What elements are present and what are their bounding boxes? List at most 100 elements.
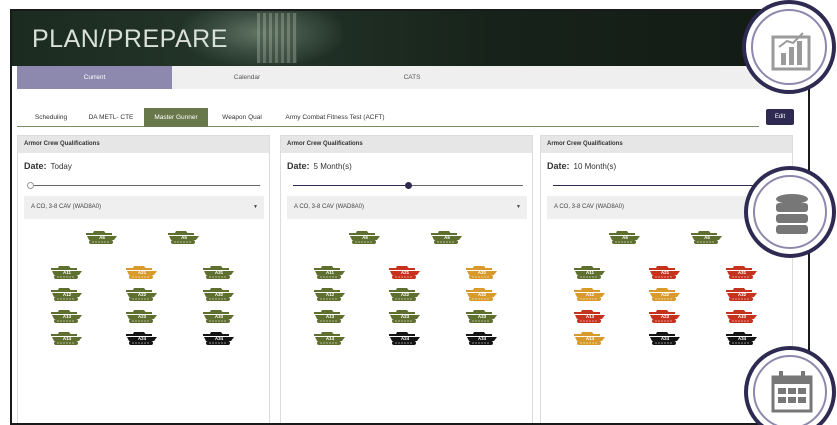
tank-icon[interactable]: A23 <box>647 308 683 325</box>
date-row: Date: 10 Month(s) <box>547 161 616 171</box>
tank-label: A34 <box>215 336 224 341</box>
chevron-down-icon: ▼ <box>253 204 258 210</box>
tank-label: A21 <box>401 270 410 275</box>
tab-calendar[interactable]: Calendar <box>217 66 277 89</box>
tank-icon[interactable]: A22 <box>387 286 423 303</box>
tank-label: A24 <box>661 336 670 341</box>
date-value: 10 Month(s) <box>573 162 617 171</box>
tank-icon[interactable]: A22 <box>124 286 160 303</box>
date-label: Date: <box>287 161 310 171</box>
chart-icon <box>742 0 836 94</box>
tank-icon[interactable]: A22 <box>647 286 683 303</box>
date-label: Date: <box>24 161 47 171</box>
tank-icon[interactable]: A14 <box>49 330 85 347</box>
tank-icon[interactable]: A33 <box>724 308 760 325</box>
tank-icon[interactable]: A12 <box>312 286 348 303</box>
tank-label: A21 <box>661 270 670 275</box>
tank-icon[interactable]: A31 <box>201 264 237 281</box>
panel-header: Armor Crew Qualifications <box>18 136 269 153</box>
date-label: Date: <box>547 161 570 171</box>
tank-icon[interactable]: A31 <box>464 264 500 281</box>
unit-select-value: A CO, 3-8 CAV (WAD8A0) <box>294 204 365 210</box>
tank-label: A23 <box>401 314 410 319</box>
tank-icon[interactable]: A12 <box>49 286 85 303</box>
subtab-scheduling[interactable]: Scheduling <box>25 108 77 127</box>
tank-icon[interactable]: A31 <box>724 264 760 281</box>
slider-handle[interactable] <box>404 182 412 189</box>
tank-label: A13 <box>63 314 72 319</box>
tank-label: A12 <box>586 292 595 297</box>
tank-icon[interactable]: A21 <box>124 264 160 281</box>
slider-fill <box>553 185 783 186</box>
top-nav: Current Calendar CATS <box>17 66 777 89</box>
tank-icon[interactable]: A23 <box>124 308 160 325</box>
date-row: Date: 5 Month(s) <box>287 161 352 171</box>
subtab-master-gunner[interactable]: Master Gunner <box>144 108 208 127</box>
tank-icon[interactable]: A33 <box>201 308 237 325</box>
tank-icon[interactable]: A14 <box>312 330 348 347</box>
unit-select[interactable]: A CO, 3-8 CAV (WAD8A0) ▼ <box>24 196 264 219</box>
tank-icon[interactable]: A34 <box>201 330 237 347</box>
tank-icon[interactable]: A23 <box>387 308 423 325</box>
tank-label: A14 <box>326 336 335 341</box>
database-icon <box>744 166 836 258</box>
tank-label: A5 <box>444 235 450 240</box>
panel-header: Armor Crew Qualifications <box>541 136 792 153</box>
tank-icon[interactable]: A32 <box>724 286 760 303</box>
unit-select-value: A CO, 3-8 CAV (WAD8A0) <box>554 204 625 210</box>
tank-label: A32 <box>215 292 224 297</box>
date-slider[interactable] <box>553 182 787 189</box>
tank-label: A6 <box>622 235 628 240</box>
edit-button[interactable]: Edit <box>766 109 794 125</box>
tank-label: A31 <box>215 270 224 275</box>
tank-icon[interactable]: A12 <box>572 286 608 303</box>
tank-icon[interactable]: A13 <box>312 308 348 325</box>
tank-icon[interactable]: A34 <box>724 330 760 347</box>
tank-icon[interactable]: A34 <box>464 330 500 347</box>
tank-icon[interactable]: A6 <box>607 229 643 246</box>
tank-icon[interactable]: A5 <box>689 229 725 246</box>
tank-label: A11 <box>63 270 72 275</box>
date-slider[interactable] <box>26 182 260 189</box>
subtab-weapon-qual[interactable]: Weapon Qual <box>212 108 272 127</box>
banner-image-detail <box>257 13 297 63</box>
sub-tabs: Scheduling DA METL- CTE Master Gunner We… <box>17 108 759 127</box>
tank-label: A11 <box>326 270 335 275</box>
tank-icon[interactable]: A21 <box>647 264 683 281</box>
tank-icon[interactable]: A24 <box>124 330 160 347</box>
tank-icon[interactable]: A33 <box>464 308 500 325</box>
tank-icon[interactable]: A5 <box>429 229 465 246</box>
tank-icon[interactable]: A6 <box>347 229 383 246</box>
tank-icon[interactable]: A5 <box>166 229 202 246</box>
tank-icon[interactable]: A32 <box>201 286 237 303</box>
crew-qualification-panel: Armor Crew Qualifications Date: Today A C… <box>17 135 270 423</box>
tank-icon[interactable]: A32 <box>464 286 500 303</box>
calendar-icon <box>744 346 836 425</box>
slider-handle[interactable] <box>26 182 34 189</box>
tank-icon[interactable]: A11 <box>572 264 608 281</box>
tank-icon[interactable]: A11 <box>312 264 348 281</box>
tank-label: A14 <box>586 336 595 341</box>
tank-icon[interactable]: A14 <box>572 330 608 347</box>
subtab-da-metl-cte[interactable]: DA METL- CTE <box>83 108 139 127</box>
tank-label: A32 <box>478 292 487 297</box>
tank-icon[interactable]: A11 <box>49 264 85 281</box>
date-slider[interactable] <box>293 182 523 189</box>
unit-select[interactable]: A CO, 3-8 CAV (WAD8A0) ▼ <box>287 196 527 219</box>
tank-icon[interactable]: A13 <box>572 308 608 325</box>
tank-icon[interactable]: A13 <box>49 308 85 325</box>
tank-icon[interactable]: A24 <box>387 330 423 347</box>
tank-icon[interactable]: A24 <box>647 330 683 347</box>
date-value: 5 Month(s) <box>313 162 352 171</box>
tab-cats[interactable]: CATS <box>387 66 437 89</box>
tank-icon[interactable]: A21 <box>387 264 423 281</box>
subtab-acft[interactable]: Army Combat Fitness Test (ACFT) <box>277 108 393 127</box>
page-title: PLAN/PREPARE <box>32 25 228 53</box>
tank-label: A22 <box>401 292 410 297</box>
tab-current[interactable]: Current <box>17 66 172 89</box>
tank-label: A11 <box>586 270 595 275</box>
tank-label: A5 <box>704 235 710 240</box>
date-row: Date: Today <box>24 161 72 171</box>
tank-label: A14 <box>63 336 72 341</box>
tank-icon[interactable]: A6 <box>84 229 120 246</box>
